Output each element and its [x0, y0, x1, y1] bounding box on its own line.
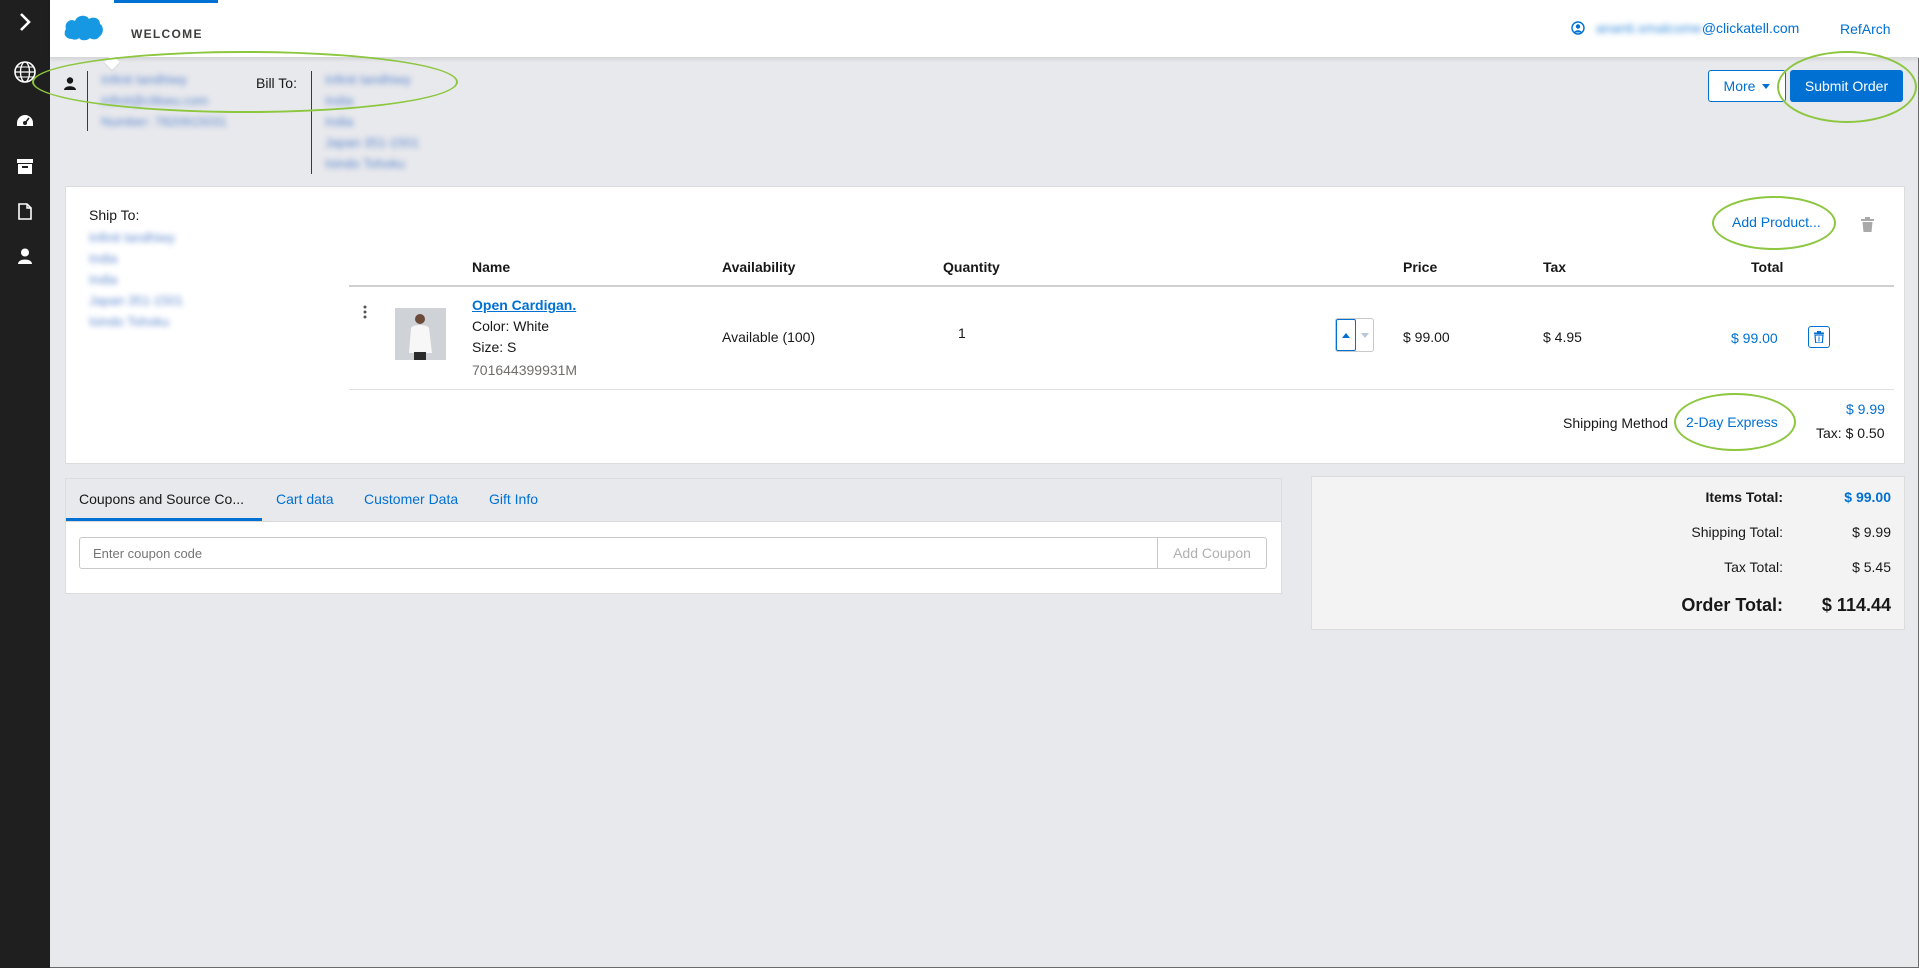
customer-number: Number: 7820915031 — [101, 114, 227, 129]
product-thumbnail[interactable] — [395, 308, 446, 360]
order-total-label: Order Total: — [1681, 595, 1783, 615]
product-size: Size: S — [472, 339, 517, 355]
highlight-ellipse-shipping — [1674, 393, 1796, 451]
ship-to-line: Isindo Tohoku — [89, 314, 169, 329]
remove-item-button[interactable] — [1808, 326, 1830, 348]
product-tax: $ 4.95 — [1543, 329, 1582, 345]
chevron-right-icon[interactable] — [11, 8, 39, 36]
document-icon[interactable] — [11, 197, 39, 225]
table-header-divider — [349, 285, 1894, 287]
column-header-total: Total — [1751, 259, 1784, 275]
column-header-name: Name — [472, 259, 511, 275]
product-availability: Available (100) — [722, 329, 816, 345]
user-email[interactable]: ananti.smalcome@clickatell.com — [1596, 20, 1799, 36]
active-tab-indicator — [66, 518, 262, 521]
tax-total-label: Tax Total: — [1724, 559, 1783, 575]
tab-bar: Coupons and Source Co... Cart data Custo… — [66, 479, 1281, 522]
shipping-total-label: Shipping Total: — [1691, 524, 1783, 540]
highlight-ellipse-customer — [32, 51, 458, 113]
trash-icon[interactable] — [1861, 217, 1874, 232]
tab-cart-data[interactable]: Cart data — [276, 491, 334, 507]
column-header-availability: Availability — [722, 259, 796, 275]
product-name-link[interactable]: Open Cardigan. — [472, 297, 576, 313]
user-email-hidden: ananti.smalcome — [1596, 20, 1702, 36]
product-total[interactable]: $ 99.00 — [1731, 330, 1778, 346]
highlight-ellipse-submit — [1777, 51, 1917, 123]
tax-total-value: $ 5.45 — [1852, 559, 1891, 575]
order-totals-panel: Items Total: $ 99.00 Shipping Total: $ 9… — [1311, 476, 1905, 630]
ship-to-label: Ship To: — [89, 207, 140, 223]
column-header-quantity: Quantity — [943, 259, 1000, 275]
tabs-panel: Coupons and Source Co... Cart data Custo… — [65, 478, 1282, 594]
product-sku: 701644399931M — [472, 362, 578, 378]
column-header-tax: Tax — [1543, 259, 1567, 275]
shipping-tax: Tax: $ 0.50 — [1816, 425, 1885, 441]
product-color: Color: White — [472, 318, 550, 334]
tab-gift-info[interactable]: Gift Info — [489, 491, 538, 507]
quantity-value[interactable]: 1 — [958, 325, 966, 341]
user-circle-icon — [1571, 21, 1585, 35]
bill-to-line: Isindo Tohoku — [325, 156, 405, 171]
left-nav-rail — [0, 0, 50, 968]
caret-up-icon — [1342, 332, 1350, 338]
items-total-label: Items Total: — [1705, 489, 1783, 505]
highlight-ellipse-add-product — [1712, 196, 1836, 250]
chevron-down-icon — [1762, 83, 1771, 89]
quantity-increase-button[interactable] — [1336, 319, 1356, 351]
order-total-value: $ 114.44 — [1821, 595, 1891, 615]
more-button-label: More — [1723, 78, 1756, 94]
coupon-code-input[interactable] — [79, 537, 1158, 569]
bill-to-line: India — [325, 114, 354, 129]
quantity-stepper — [1335, 318, 1374, 352]
more-button[interactable]: More — [1708, 70, 1786, 102]
user-email-domain: @clickatell.com — [1701, 20, 1800, 36]
ship-to-address[interactable]: Infinit Iandhiwy India India Japan 351-1… — [89, 227, 183, 332]
column-header-price: Price — [1403, 259, 1438, 275]
ship-to-line: India — [89, 272, 118, 287]
ship-to-line: Infinit Iandhiwy — [89, 230, 175, 245]
kebab-menu-icon[interactable] — [363, 305, 367, 319]
items-total-value: $ 99.00 — [1844, 489, 1891, 505]
cloud-logo[interactable] — [62, 12, 104, 42]
ship-to-line: India — [89, 251, 118, 266]
ship-to-line: Japan 351-1501 — [89, 293, 183, 308]
cart-card: Ship To: Infinit Iandhiwy India India Ja… — [65, 186, 1905, 464]
table-row-divider — [349, 389, 1894, 390]
shipping-total-value: $ 9.99 — [1852, 524, 1891, 540]
shipping-price[interactable]: $ 9.99 — [1846, 401, 1885, 417]
top-header: WELCOME ananti.smalcome@clickatell.com R… — [50, 0, 1919, 58]
tab-welcome-label: WELCOME — [131, 27, 203, 41]
bill-to-line: Japan 351-1501 — [325, 135, 419, 150]
tab-coupons[interactable]: Coupons and Source Co... — [79, 491, 244, 507]
dashboard-icon[interactable] — [11, 108, 39, 136]
tab-welcome[interactable]: WELCOME — [114, 0, 218, 58]
quantity-decrease-button[interactable] — [1356, 319, 1373, 351]
trash-icon — [1814, 331, 1824, 343]
add-coupon-button[interactable]: Add Coupon — [1157, 537, 1267, 569]
shipping-method-label: Shipping Method — [1563, 415, 1669, 431]
archive-icon[interactable] — [11, 152, 39, 180]
caret-down-icon — [1360, 332, 1369, 338]
tab-customer-data[interactable]: Customer Data — [364, 491, 458, 507]
product-price: $ 99.00 — [1403, 329, 1450, 345]
site-name-link[interactable]: RefArch — [1840, 21, 1891, 37]
person-icon[interactable] — [11, 242, 39, 270]
